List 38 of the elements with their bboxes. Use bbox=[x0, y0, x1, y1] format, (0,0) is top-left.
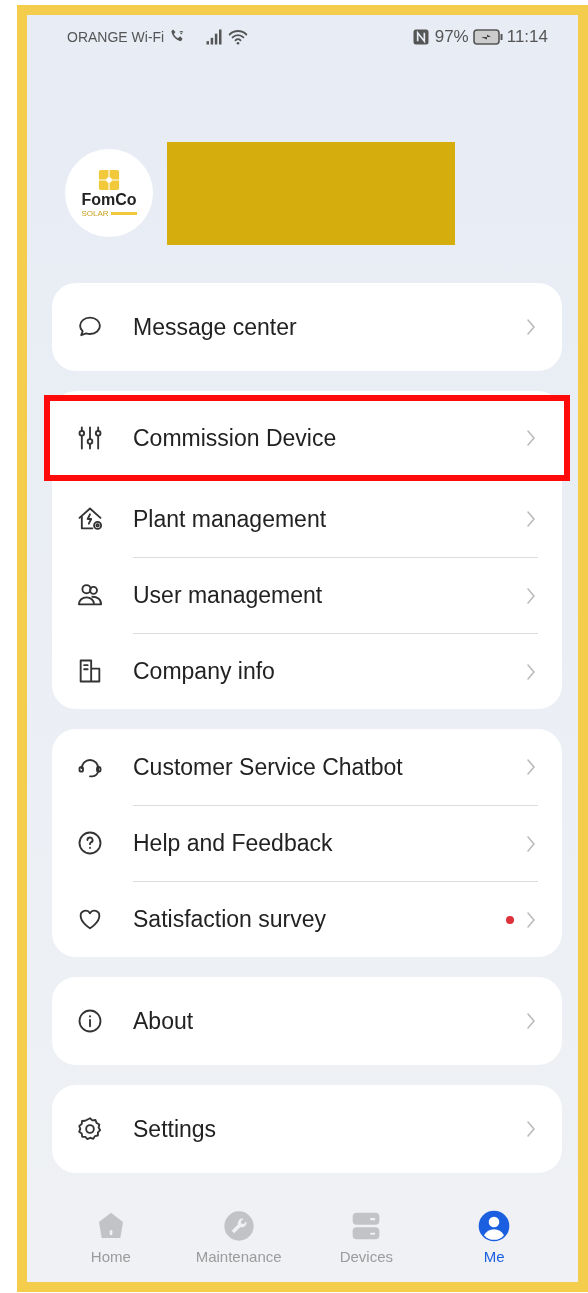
menu-label: Settings bbox=[133, 1115, 218, 1143]
sun-panel-icon bbox=[98, 168, 120, 191]
chevron-right-icon bbox=[526, 910, 536, 929]
profile-icon bbox=[478, 1210, 511, 1242]
carrier-label: ORANGE Wi-Fi bbox=[67, 29, 165, 45]
sliders-icon bbox=[76, 424, 104, 452]
chevron-right-icon bbox=[526, 429, 536, 447]
chevron-right-icon bbox=[526, 662, 536, 681]
tab-item[interactable]: Me bbox=[439, 1196, 550, 1282]
menu-label: Company info bbox=[133, 658, 276, 685]
chevron-right-icon bbox=[526, 1012, 536, 1030]
menu-label: Help and Feedback bbox=[133, 830, 334, 857]
menu-label: User management bbox=[133, 582, 324, 609]
house-bolt-icon bbox=[76, 505, 104, 533]
info-circle-icon bbox=[76, 1007, 104, 1035]
chevron-right-icon bbox=[526, 586, 536, 605]
menu-label: Plant management bbox=[133, 505, 328, 533]
signal-icon bbox=[204, 27, 225, 47]
logo-subtext: SOLAR bbox=[81, 208, 109, 218]
chevron-right-icon bbox=[526, 510, 536, 528]
menu-label: Satisfaction survey bbox=[133, 906, 328, 933]
clock-time: 11:14 bbox=[506, 27, 548, 47]
logo-text: FomCo bbox=[81, 190, 137, 209]
question-circle-icon bbox=[76, 829, 104, 857]
menu-label: Customer Service Chatbot bbox=[133, 753, 404, 781]
menu-label: Message center bbox=[133, 313, 298, 341]
chevron-right-icon bbox=[526, 318, 536, 336]
wifi-icon bbox=[228, 27, 249, 47]
battery-icon bbox=[472, 29, 503, 45]
wrench-icon bbox=[222, 1210, 255, 1242]
chevron-right-icon bbox=[526, 758, 536, 776]
menu-label: About bbox=[133, 1007, 195, 1035]
menu-label: Commission Device bbox=[133, 424, 338, 452]
chevron-right-icon bbox=[526, 834, 536, 853]
settings-icon bbox=[76, 1115, 104, 1143]
battery-percent: 97% bbox=[434, 27, 469, 47]
menu-item[interactable]: Commission Device bbox=[44, 395, 570, 481]
chevron-right-icon bbox=[526, 1120, 536, 1138]
